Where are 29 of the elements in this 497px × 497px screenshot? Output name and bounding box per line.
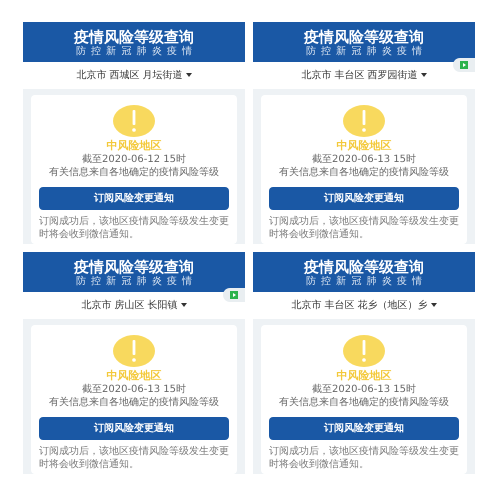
page-subtitle: 防 控 新 冠 肺 炎 疫 情: [304, 46, 424, 58]
risk-level: 中风险地区: [106, 139, 162, 154]
risk-level: 中风险地区: [336, 369, 392, 384]
page-title: 疫情风险等级查询: [302, 258, 425, 276]
page-subtitle: 防 控 新 冠 肺 炎 疫 情: [304, 276, 424, 288]
update-time: 截至2020-06-13 15时: [310, 153, 418, 166]
page-title: 疫情风险等级查询: [72, 258, 195, 276]
subscribe-button[interactable]: 订阅风险变更通知: [39, 417, 229, 440]
source-note: 有关信息来自各地确定的疫情风险等级: [278, 166, 450, 180]
risk-level: 中风险地区: [336, 139, 392, 154]
page-title: 疫情风险等级查询: [302, 28, 425, 46]
risk-level: 中风险地区: [106, 369, 162, 384]
update-time: 截至2020-06-13 15时: [310, 383, 418, 396]
page-title: 疫情风险等级查询: [72, 28, 195, 46]
subscribe-note: 订阅成功后，该地区疫情风险等级发生变更时将会收到微信通知。: [269, 445, 459, 472]
page-subtitle: 防 控 新 冠 肺 炎 疫 情: [74, 46, 194, 58]
subscribe-note: 订阅成功后，该地区疫情风险等级发生变更时将会收到微信通知。: [39, 445, 229, 472]
subscribe-note: 订阅成功后，该地区疫情风险等级发生变更时将会收到微信通知。: [269, 215, 459, 242]
update-time: 截至2020-06-13 15时: [80, 383, 188, 396]
source-note: 有关信息来自各地确定的疫情风险等级: [278, 396, 450, 410]
subscribe-button[interactable]: 订阅风险变更通知: [269, 187, 459, 210]
subscribe-button[interactable]: 订阅风险变更通知: [269, 417, 459, 440]
update-time: 截至2020-06-12 15时: [80, 153, 188, 166]
page-subtitle: 防 控 新 冠 肺 炎 疫 情: [74, 276, 194, 288]
subscribe-note: 订阅成功后，该地区疫情风险等级发生变更时将会收到微信通知。: [39, 215, 229, 242]
location-dropdown[interactable]: 北京市 房山区 长阳镇: [81, 300, 187, 311]
source-note: 有关信息来自各地确定的疫情风险等级: [48, 396, 220, 410]
subscribe-button[interactable]: 订阅风险变更通知: [39, 187, 229, 210]
source-note: 有关信息来自各地确定的疫情风险等级: [48, 166, 220, 180]
